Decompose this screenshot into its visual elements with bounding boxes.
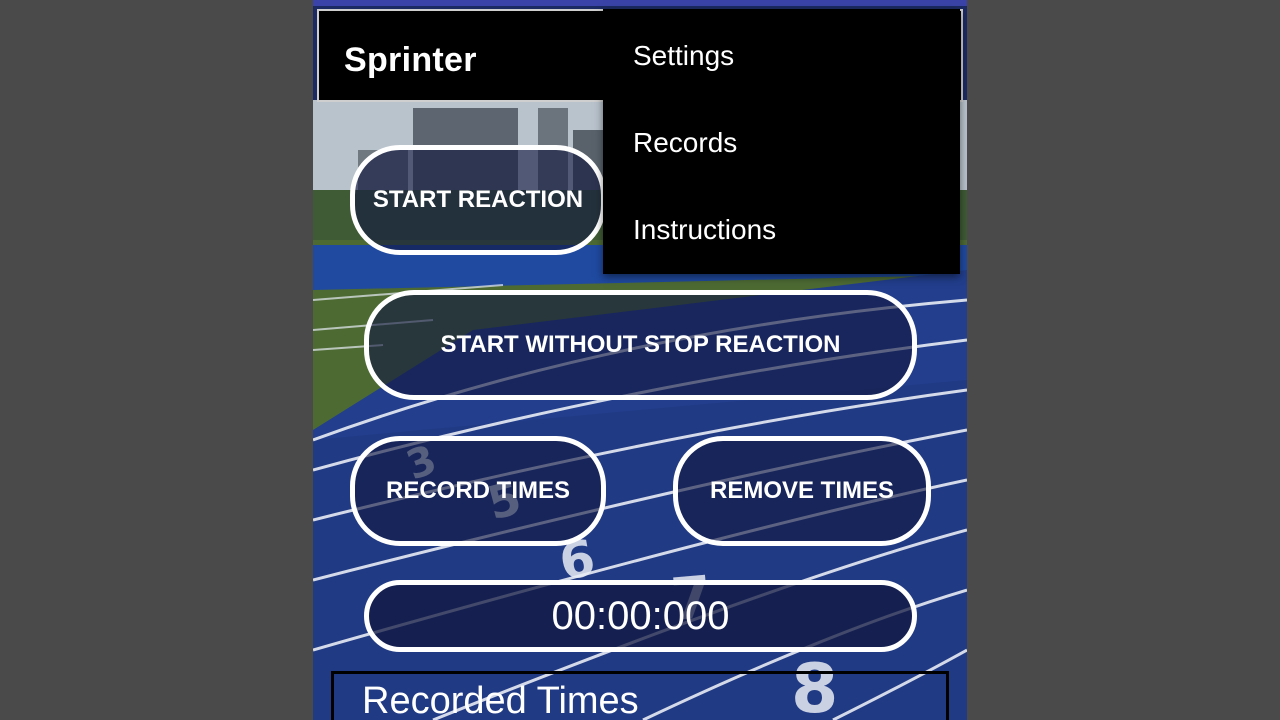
recorded-times-panel: Recorded Times <box>331 671 949 720</box>
timer-display: 00:00:000 <box>364 580 917 652</box>
menu-item-settings[interactable]: Settings <box>633 40 734 72</box>
remove-times-label: REMOVE TIMES <box>709 477 895 504</box>
record-times-button[interactable]: RECORD TIMES <box>350 436 606 546</box>
app-screen: 3 5 6 7 8 Sprinter START REACTION START … <box>313 0 967 720</box>
menu-item-records[interactable]: Records <box>633 127 737 159</box>
overflow-menu: Settings Records Instructions <box>603 9 960 274</box>
record-times-label: RECORD TIMES <box>385 477 570 504</box>
remove-times-button[interactable]: REMOVE TIMES <box>673 436 931 546</box>
start-without-stop-reaction-label: START WITHOUT STOP REACTION <box>440 331 841 358</box>
menu-item-instructions[interactable]: Instructions <box>633 214 776 246</box>
start-reaction-button[interactable]: START REACTION <box>350 145 606 255</box>
timer-value: 00:00:000 <box>551 593 730 638</box>
start-without-stop-reaction-button[interactable]: START WITHOUT STOP REACTION <box>364 290 917 400</box>
status-bar <box>313 0 967 6</box>
recorded-times-title: Recorded Times <box>362 680 639 720</box>
app-title: Sprinter <box>344 41 477 79</box>
start-reaction-label: START REACTION <box>372 186 584 213</box>
